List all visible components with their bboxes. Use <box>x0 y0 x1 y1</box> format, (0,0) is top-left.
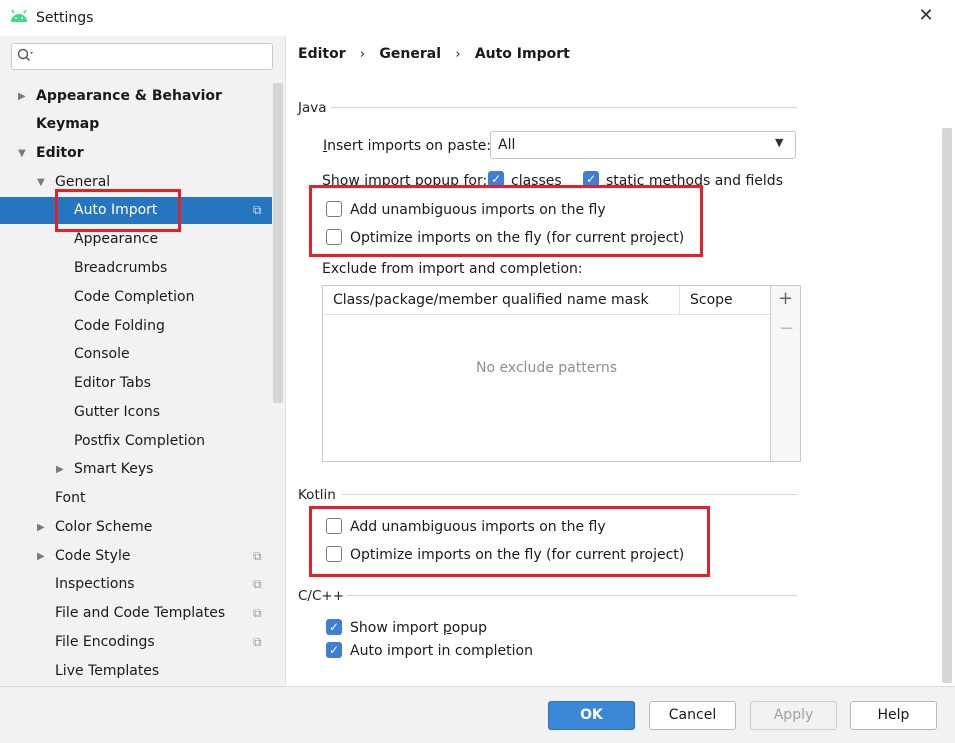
chevron-right-icon: ▶ <box>56 464 64 475</box>
table-toolbar: + − <box>771 285 801 462</box>
dialog-footer: OK Cancel Apply Help <box>0 686 955 743</box>
sidebar-item-keymap[interactable]: Keymap <box>0 111 272 138</box>
chevron-right-icon: ▶ <box>37 551 45 562</box>
highlight-box <box>309 185 703 257</box>
chevron-down-icon: ▼ <box>18 148 26 159</box>
window-title: Settings <box>36 10 94 26</box>
project-scope-icon: ⧉ <box>253 635 262 649</box>
ok-button[interactable]: OK <box>548 701 635 730</box>
cpp-show-popup-checkbox[interactable]: ✓ <box>326 619 342 635</box>
sidebar-item-postfix-completion[interactable]: Postfix Completion <box>0 428 272 455</box>
cpp-auto-import-label: Auto import in completion <box>350 643 533 659</box>
sidebar-item-file-encodings[interactable]: File Encodings ⧉ <box>0 629 272 656</box>
sidebar-item-file-code-templates[interactable]: File and Code Templates ⧉ <box>0 600 272 627</box>
apply-button[interactable]: Apply <box>750 701 837 730</box>
search-icon <box>17 47 33 67</box>
java-section-title: Java <box>298 100 327 116</box>
exclude-label: Exclude from import and completion: <box>322 261 583 277</box>
table-header: Class/package/member qualified name mask… <box>323 286 770 315</box>
help-button[interactable]: Help <box>850 701 937 730</box>
sidebar-item-editor[interactable]: ▼ Editor <box>0 140 272 167</box>
insert-on-paste-label: Insert imports on paste: <box>323 138 492 154</box>
sidebar-item-live-templates[interactable]: Live Templates <box>0 658 272 685</box>
search-input[interactable] <box>11 43 273 70</box>
breadcrumb-auto-import: Auto Import <box>474 46 570 62</box>
highlight-box <box>309 506 710 577</box>
sidebar-item-inspections[interactable]: Inspections ⧉ <box>0 571 272 598</box>
project-scope-icon: ⧉ <box>253 577 262 591</box>
android-icon <box>11 9 27 22</box>
breadcrumb: Editor › General › Auto Import <box>298 46 570 62</box>
chevron-down-icon: ▼ <box>775 136 784 149</box>
sidebar-item-color-scheme[interactable]: ▶ Color Scheme <box>0 514 272 541</box>
title-bar: Settings ✕ <box>0 0 955 36</box>
chevron-down-icon: ▼ <box>37 177 45 188</box>
cpp-auto-import-checkbox[interactable]: ✓ <box>326 642 342 658</box>
breadcrumb-general[interactable]: General <box>379 46 441 62</box>
sidebar-item-gutter-icons[interactable]: Gutter Icons <box>0 399 272 426</box>
kotlin-divider <box>342 494 797 495</box>
project-scope-icon: ⧉ <box>253 203 262 217</box>
exclude-table[interactable]: Class/package/member qualified name mask… <box>322 285 771 462</box>
add-icon[interactable]: + <box>778 288 793 309</box>
project-scope-icon: ⧉ <box>253 549 262 563</box>
settings-sidebar: ▶ Appearance & Behavior Keymap ▼ Editor … <box>0 36 286 686</box>
breadcrumb-editor[interactable]: Editor <box>298 46 346 62</box>
close-icon[interactable]: ✕ <box>916 6 936 26</box>
table-empty-text: No exclude patterns <box>475 360 618 376</box>
cpp-divider <box>346 595 797 596</box>
chevron-right-icon: ▶ <box>18 91 26 102</box>
chevron-right-icon: ▶ <box>37 522 45 533</box>
settings-content: Editor › General › Auto Import Java Inse… <box>286 36 955 686</box>
insert-on-paste-select[interactable]: All ▼ <box>490 131 796 159</box>
table-column-scope[interactable]: Scope <box>679 286 733 314</box>
sidebar-item-appearance-behavior[interactable]: ▶ Appearance & Behavior <box>0 83 272 110</box>
sidebar-item-code-completion[interactable]: Code Completion <box>0 284 272 311</box>
project-scope-icon: ⧉ <box>253 606 262 620</box>
sidebar-item-code-style[interactable]: ▶ Code Style ⧉ <box>0 543 272 570</box>
sidebar-item-code-folding[interactable]: Code Folding <box>0 313 272 340</box>
highlight-box <box>55 189 181 232</box>
cpp-show-popup-label: Show import popup <box>350 620 488 636</box>
table-column-mask[interactable]: Class/package/member qualified name mask <box>333 292 649 308</box>
sidebar-item-font[interactable]: Font <box>0 485 272 512</box>
sidebar-item-editor-tabs[interactable]: Editor Tabs <box>0 370 272 397</box>
sidebar-item-smart-keys[interactable]: ▶ Smart Keys <box>0 456 272 483</box>
java-divider <box>331 107 797 108</box>
cancel-button[interactable]: Cancel <box>649 701 736 730</box>
sidebar-scrollbar[interactable] <box>273 83 283 403</box>
content-scrollbar[interactable] <box>942 128 952 683</box>
remove-icon[interactable]: − <box>779 318 794 339</box>
kotlin-section-title: Kotlin <box>298 487 336 503</box>
sidebar-item-console[interactable]: Console <box>0 341 272 368</box>
sidebar-item-breadcrumbs[interactable]: Breadcrumbs <box>0 255 272 282</box>
cpp-section-title: C/C++ <box>298 588 345 604</box>
